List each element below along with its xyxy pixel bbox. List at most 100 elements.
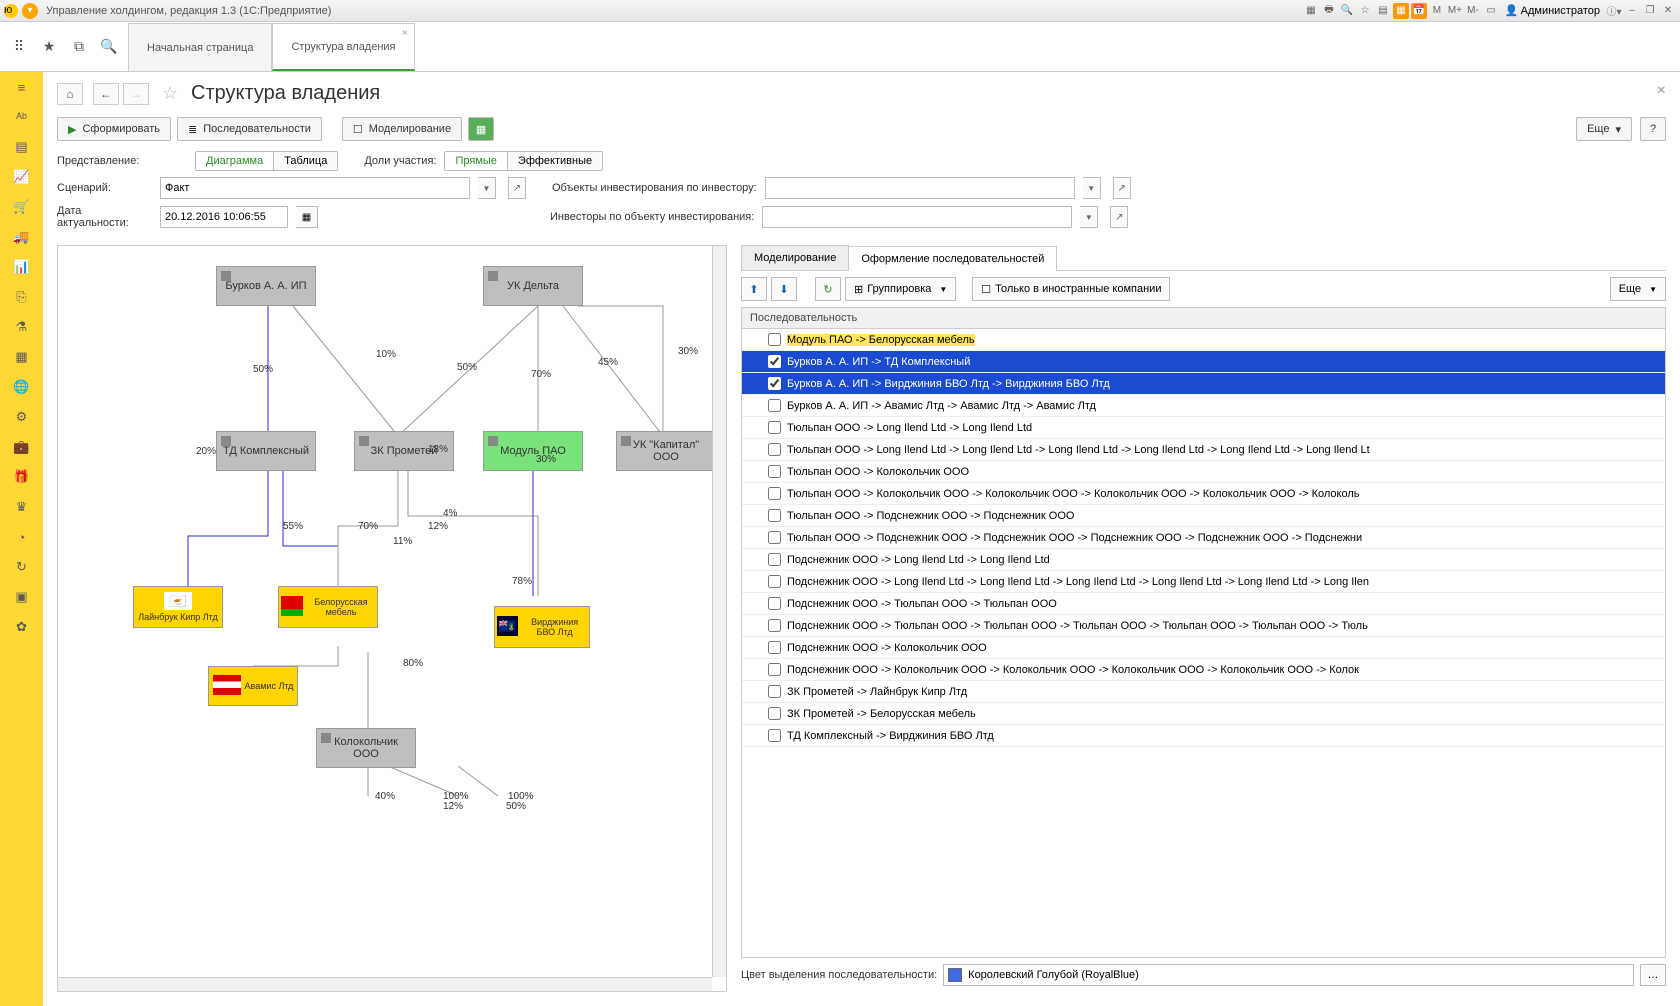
node-bvi[interactable]: Вирджиния БВО Лтд xyxy=(494,606,590,648)
v-scrollbar[interactable] xyxy=(712,246,726,977)
sb-icon-3[interactable]: ▤ xyxy=(13,138,31,156)
sequence-row[interactable]: Модуль ПАО -> Белорусская мебель xyxy=(742,329,1665,351)
sequence-row[interactable]: Подснежник ООО -> Тюльпан ООО -> Тюльпан… xyxy=(742,593,1665,615)
tool-icon-10[interactable]: ▭ xyxy=(1483,3,1499,19)
sb-gift-icon[interactable]: 🎁 xyxy=(13,468,31,486)
sequence-checkbox[interactable] xyxy=(768,707,781,720)
sb-gears-icon[interactable]: ⚙ xyxy=(13,408,31,426)
sequence-checkbox[interactable] xyxy=(768,443,781,456)
sb-cart-icon[interactable]: 🛒 xyxy=(13,198,31,216)
close-icon[interactable]: ✕ xyxy=(1660,3,1676,19)
sequence-checkbox[interactable] xyxy=(768,663,781,676)
page-close-icon[interactable]: × xyxy=(1657,82,1666,100)
tool-icon-6[interactable]: ▦ xyxy=(1393,3,1409,19)
sequence-checkbox[interactable] xyxy=(768,377,781,390)
sequence-checkbox[interactable] xyxy=(768,729,781,742)
sequence-row[interactable]: ЗК Прометей -> Белорусская мебель xyxy=(742,703,1665,725)
calendar-icon[interactable]: 📅 xyxy=(1411,3,1427,19)
node-burkov[interactable]: Бурков А. А. ИП xyxy=(216,266,316,306)
tab-structure[interactable]: Структура владения × xyxy=(272,23,414,71)
sequence-row[interactable]: Тюльпан ООО -> Long Ilend Ltd -> Long Il… xyxy=(742,439,1665,461)
sequence-checkbox[interactable] xyxy=(768,531,781,544)
objects-open-icon[interactable]: ↗ xyxy=(1113,177,1131,199)
sequence-row[interactable]: Подснежник ООО -> Колокольчик ООО xyxy=(742,637,1665,659)
more-button[interactable]: Еще ▾ xyxy=(1576,117,1632,141)
sb-globe-icon[interactable]: 🌐 xyxy=(13,378,31,396)
down-arrow-button[interactable]: ⬇ xyxy=(771,277,797,301)
sequence-row[interactable]: ТД Комплексный -> Вирджиния БВО Лтд xyxy=(742,725,1665,747)
back-button[interactable]: ← xyxy=(93,83,119,105)
sb-icon-18[interactable]: ▣ xyxy=(13,588,31,606)
view-diagram-option[interactable]: Диаграмма xyxy=(196,152,274,170)
sequence-checkbox[interactable] xyxy=(768,465,781,478)
sequence-checkbox[interactable] xyxy=(768,399,781,412)
help-button[interactable]: ? xyxy=(1640,117,1666,141)
print-icon[interactable]: 🖶 xyxy=(1321,3,1337,19)
sequence-checkbox[interactable] xyxy=(768,641,781,654)
sequence-row[interactable]: Подснежник ООО -> Long Ilend Ltd -> Long… xyxy=(742,571,1665,593)
m-button[interactable]: M xyxy=(1429,3,1445,19)
investors-open-icon[interactable]: ↗ xyxy=(1110,206,1128,228)
sequence-checkbox[interactable] xyxy=(768,597,781,610)
sequence-row[interactable]: Подснежник ООО -> Тюльпан ООО -> Тюльпан… xyxy=(742,615,1665,637)
node-modul[interactable]: Модуль ПАО xyxy=(483,431,583,471)
sequence-checkbox[interactable] xyxy=(768,575,781,588)
sequence-row[interactable]: Тюльпан ООО -> Колокольчик ООО xyxy=(742,461,1665,483)
restore-icon[interactable]: ❐ xyxy=(1642,3,1658,19)
info-icon[interactable]: ⓘ▾ xyxy=(1606,3,1622,19)
color-picker-button[interactable]: … xyxy=(1640,964,1666,986)
modeling-button[interactable]: ☐Моделирование xyxy=(342,117,462,141)
sequence-row[interactable]: Подснежник ООО -> Long Ilend Ltd -> Long… xyxy=(742,549,1665,571)
sequence-list[interactable]: Последовательность Модуль ПАО -> Белорус… xyxy=(741,307,1666,958)
sb-icon-8[interactable]: ⎘ xyxy=(13,288,31,306)
tool-icon-3[interactable]: 🔍 xyxy=(1339,3,1355,19)
m-plus-button[interactable]: M+ xyxy=(1447,3,1463,19)
sequence-row[interactable]: Тюльпан ООО -> Колокольчик ООО -> Колоко… xyxy=(742,483,1665,505)
sb-clock-icon[interactable]: ◔ xyxy=(13,528,31,546)
node-belarus[interactable]: Белорусская мебель xyxy=(278,586,378,628)
sb-truck-icon[interactable]: 🚚 xyxy=(13,228,31,246)
h-scrollbar[interactable] xyxy=(58,977,712,991)
objects-input[interactable] xyxy=(765,177,1075,199)
tab-home[interactable]: Начальная страница xyxy=(128,23,272,71)
refresh-button[interactable]: ↻ xyxy=(815,277,841,301)
diagram-pane[interactable]: Бурков А. А. ИП УК Дельта ТД Комплексный… xyxy=(57,245,727,992)
scenario-dropdown-icon[interactable]: ▼ xyxy=(478,177,496,199)
sb-icon-17[interactable]: ↻ xyxy=(13,558,31,576)
sequence-checkbox[interactable] xyxy=(768,509,781,522)
calendar-button-icon[interactable]: ▦ xyxy=(296,206,318,228)
objects-dropdown-icon[interactable]: ▼ xyxy=(1083,177,1101,199)
sequence-row[interactable]: Бурков А. А. ИП -> Вирджиния БВО Лтд -> … xyxy=(742,373,1665,395)
scenario-input[interactable]: Факт xyxy=(160,177,470,199)
sb-icon-2[interactable]: ᴬᵇ xyxy=(13,108,31,126)
sequence-row[interactable]: Тюльпан ООО -> Подснежник ООО -> Подснеж… xyxy=(742,527,1665,549)
home-button[interactable]: ⌂ xyxy=(57,83,83,105)
sb-chart-icon[interactable]: 📊 xyxy=(13,258,31,276)
date-input[interactable]: 20.12.2016 10:06:55 xyxy=(160,206,288,228)
up-arrow-button[interactable]: ⬆ xyxy=(741,277,767,301)
grouping-button[interactable]: ⊞Группировка▼ xyxy=(845,277,956,301)
sequence-checkbox[interactable] xyxy=(768,619,781,632)
investors-dropdown-icon[interactable]: ▼ xyxy=(1080,206,1098,228)
minimize-icon[interactable]: – xyxy=(1624,3,1640,19)
node-td[interactable]: ТД Комплексный xyxy=(216,431,316,471)
tool-icon-5[interactable]: ▤ xyxy=(1375,3,1391,19)
sequence-row[interactable]: ЗК Прометей -> Лайнбрук Кипр Лтд xyxy=(742,681,1665,703)
sb-icon-9[interactable]: ⚗ xyxy=(13,318,31,336)
dropdown-icon[interactable]: ▾ xyxy=(22,3,38,19)
sequence-checkbox[interactable] xyxy=(768,685,781,698)
sequence-checkbox[interactable] xyxy=(768,355,781,368)
sequence-checkbox[interactable] xyxy=(768,487,781,500)
sequence-checkbox[interactable] xyxy=(768,333,781,346)
green-square-button[interactable]: ▦ xyxy=(468,117,494,141)
color-input[interactable]: Королевский Голубой (RoyalBlue) xyxy=(943,964,1634,986)
scenario-open-icon[interactable]: ↗ xyxy=(508,177,526,199)
history-icon[interactable]: ⧉ xyxy=(70,38,88,56)
search-icon[interactable]: 🔍 xyxy=(100,38,118,56)
favorite-icon[interactable]: ★ xyxy=(40,38,58,56)
share-direct-option[interactable]: Прямые xyxy=(445,152,507,170)
node-kapital[interactable]: УК "Капитал" ООО xyxy=(616,431,716,471)
sequence-checkbox[interactable] xyxy=(768,553,781,566)
user-badge[interactable]: 👤 Администратор xyxy=(1501,4,1604,17)
subtab-modeling[interactable]: Моделирование xyxy=(741,245,849,270)
